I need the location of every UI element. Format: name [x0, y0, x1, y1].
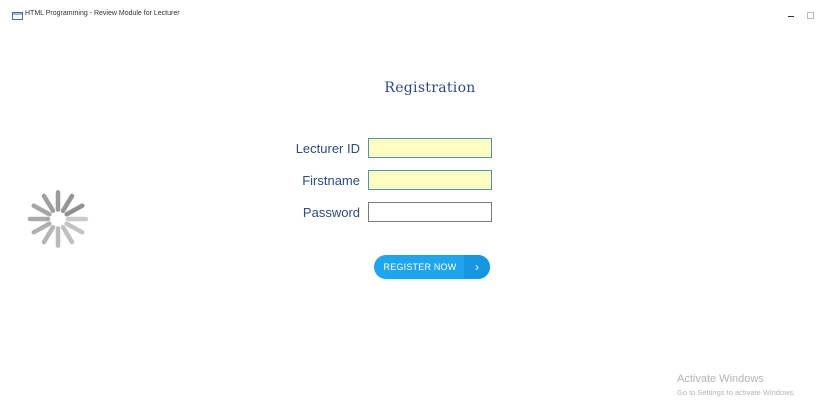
title-bar: HTML Programming - Review Module for Lec… — [0, 0, 834, 30]
chevron-right-icon: › — [464, 255, 490, 279]
activate-windows-title: Activate Windows — [677, 373, 764, 385]
window-title: HTML Programming - Review Module for Lec… — [25, 10, 180, 17]
spinner-spoke — [60, 224, 75, 245]
register-now-button[interactable]: REGISTER NOW › — [374, 255, 490, 279]
maximize-button[interactable] — [803, 8, 817, 22]
firstname-field[interactable] — [368, 170, 492, 190]
spinner-spoke — [41, 193, 56, 214]
loading-spinner-icon — [27, 190, 89, 248]
spinner-spoke — [64, 203, 85, 217]
password-label: Password — [302, 205, 360, 220]
app-icon — [12, 12, 23, 20]
spinner-spoke — [31, 203, 52, 217]
activate-windows-subtitle: Go to Settings to activate Windows. — [677, 388, 796, 397]
spinner-spoke — [64, 221, 85, 235]
password-row: Password — [250, 202, 510, 224]
spinner-spoke — [41, 224, 56, 245]
lecturer-id-label: Lecturer ID — [295, 141, 360, 156]
lecturer-id-field[interactable] — [368, 138, 492, 158]
spinner-spoke — [60, 193, 75, 214]
firstname-row: Firstname — [250, 170, 510, 192]
firstname-label: Firstname — [302, 173, 360, 188]
register-button-label: REGISTER NOW — [383, 262, 457, 272]
password-field[interactable] — [368, 202, 492, 222]
spinner-spoke — [31, 221, 52, 235]
page-title: Registration — [384, 80, 476, 96]
minimize-button[interactable] — [784, 8, 798, 22]
lecturer-id-row: Lecturer ID — [250, 138, 510, 160]
app-window: HTML Programming - Review Module for Lec… — [0, 0, 834, 401]
